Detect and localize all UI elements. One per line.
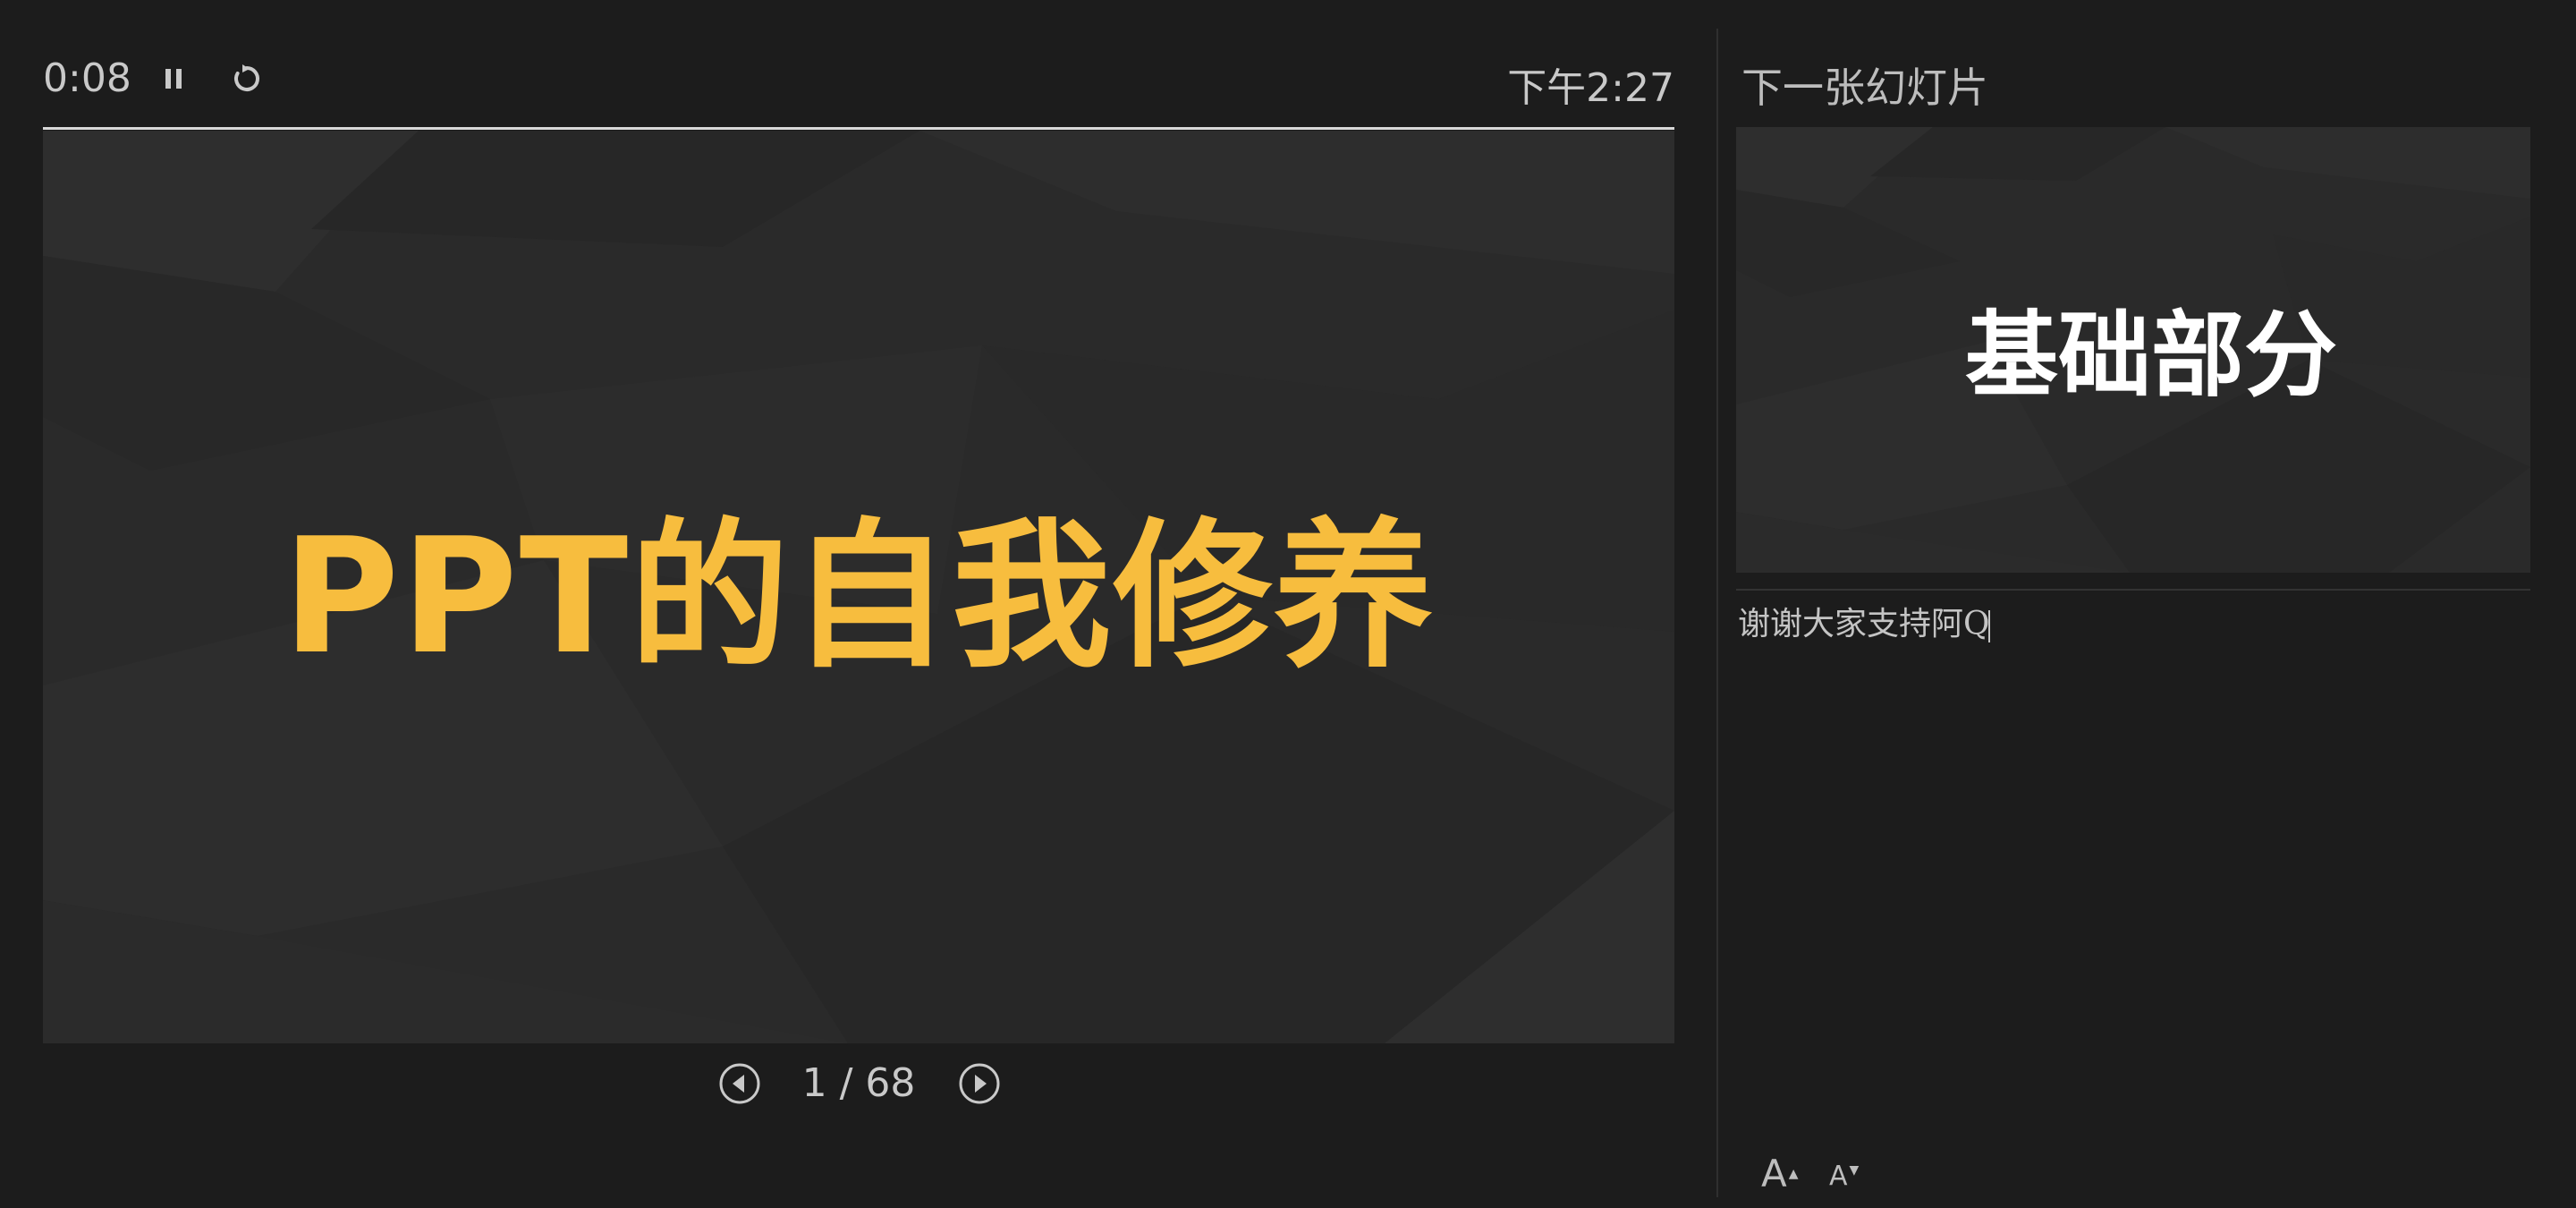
presenter-toolbar: 0:08 下午2:27: [43, 52, 1674, 116]
next-slide-label: 下一张幻灯片: [1741, 64, 1988, 112]
current-slide-pane: 0:08 下午2:27 PPT的自我修养 1 / 68: [0, 0, 1717, 1208]
text-caret: [1987, 610, 1990, 642]
next-slide-title: 基础部分: [1964, 300, 2337, 410]
reset-icon[interactable]: [227, 59, 267, 98]
page-indicator: 1 / 68: [801, 1060, 916, 1106]
current-time: 下午2:27: [1507, 65, 1674, 111]
pause-icon[interactable]: [154, 59, 193, 98]
speaker-notes-text: 谢谢大家支持阿Q: [1738, 606, 1990, 642]
slide-navigation: 1 / 68: [0, 1056, 1717, 1113]
font-decrease-icon[interactable]: A ▼: [1829, 1145, 1859, 1195]
next-slide-preview[interactable]: 基础部分: [1736, 127, 2530, 573]
font-increase-icon[interactable]: A ▲: [1761, 1145, 1799, 1195]
next-slide-icon[interactable]: [957, 1061, 1002, 1106]
slide-title: PPT的自我修养: [282, 503, 1436, 689]
notes-divider: [1736, 589, 2530, 591]
presenter-view: 0:08 下午2:27 PPT的自我修养 1 / 68 下一张幻灯片 基础部分 …: [0, 0, 2576, 1208]
elapsed-timer: 0:08: [43, 55, 131, 101]
next-slide-pane: 下一张幻灯片 基础部分 谢谢大家支持阿Q A ▲ A ▼: [1718, 0, 2576, 1208]
speaker-notes[interactable]: 谢谢大家支持阿Q: [1738, 601, 2525, 1120]
slide-progress-bar: [43, 127, 1674, 130]
current-slide[interactable]: PPT的自我修养: [43, 131, 1674, 1043]
prev-slide-icon[interactable]: [717, 1061, 762, 1106]
